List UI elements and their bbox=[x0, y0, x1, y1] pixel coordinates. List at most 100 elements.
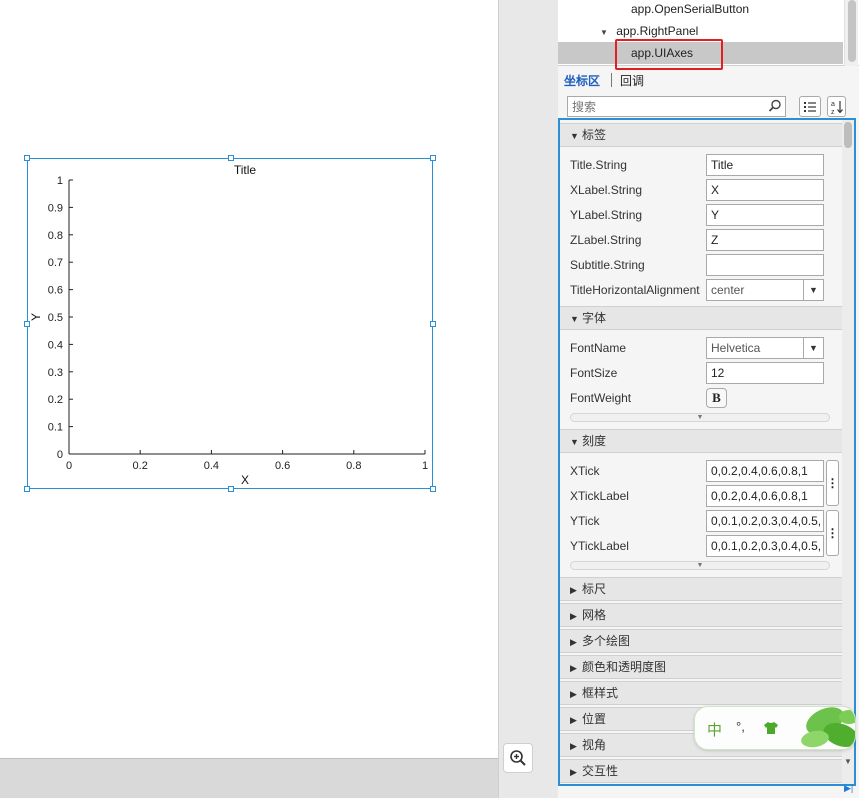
x-tick-label: 0 bbox=[66, 460, 72, 472]
section-grid[interactable]: ▶ 网格 bbox=[560, 603, 844, 627]
x-tick-label: 0.6 bbox=[275, 460, 290, 472]
prop-label-title-string: Title.String bbox=[570, 158, 627, 172]
search-input[interactable] bbox=[568, 97, 763, 116]
ytick-field[interactable]: 0,0.1,0.2,0.3,0.4,0.5, bbox=[706, 510, 824, 532]
subtitle-string-field[interactable] bbox=[706, 254, 824, 276]
tree-item-open-serial-button[interactable]: app.OpenSerialButton bbox=[558, 0, 843, 20]
section-interactivity-label: 交互性 bbox=[582, 764, 619, 778]
section-box-style[interactable]: ▶ 框样式 bbox=[560, 681, 844, 705]
collapse-arrow-icon[interactable]: ▼ bbox=[600, 28, 608, 37]
sort-az-button[interactable]: a z bbox=[827, 96, 846, 117]
resize-handle-e[interactable] bbox=[430, 321, 436, 327]
scrollbar-thumb[interactable] bbox=[844, 122, 852, 148]
xlabel-string-field[interactable]: X bbox=[706, 179, 824, 201]
inspector-tabs: 坐标区 回调 bbox=[558, 70, 859, 92]
component-browser-panel: app.OpenSerialButton ▼ app.RightPanel ap… bbox=[558, 0, 859, 798]
font-name-dropdown[interactable]: Helvetica ▼ bbox=[706, 337, 824, 359]
section-grid-label: 网格 bbox=[582, 608, 607, 622]
y-tick-label: 0.9 bbox=[48, 202, 63, 214]
xtick-edit-button[interactable]: ⋮ bbox=[826, 460, 839, 506]
tab-separator bbox=[611, 73, 612, 87]
prop-label-yticklabel: YTickLabel bbox=[570, 539, 629, 553]
chevron-down-icon[interactable]: ▼ bbox=[803, 338, 823, 358]
expand-arrow-icon: ▶ bbox=[570, 715, 577, 725]
search-field bbox=[567, 96, 786, 117]
dropdown-value: center bbox=[711, 283, 745, 297]
x-tick-label: 0.8 bbox=[346, 460, 361, 472]
ime-toolbar[interactable]: 中 °, bbox=[694, 706, 856, 750]
resize-handle-sw[interactable] bbox=[24, 486, 30, 492]
xtick-field[interactable]: 0,0.2,0.4,0.6,0.8,1 bbox=[706, 460, 824, 482]
y-tick-label: 0.3 bbox=[48, 367, 63, 379]
prop-label-xlabel-string: XLabel.String bbox=[570, 183, 643, 197]
zoom-in-icon bbox=[510, 750, 526, 766]
section-interactivity[interactable]: ▶ 交互性 bbox=[560, 759, 844, 783]
section-rulers[interactable]: ▶ 标尺 bbox=[560, 577, 844, 601]
ui-axes-component[interactable]: 0 0.2 0.4 0.6 0.8 1 0 0.1 0.2 0.3 0.4 0.5 0.6 0.7 0.8 0… bbox=[24, 155, 436, 492]
y-tick-label: 0.6 bbox=[48, 285, 63, 297]
prop-label-font-weight: FontWeight bbox=[570, 391, 632, 405]
bold-toggle-button[interactable]: B bbox=[706, 388, 727, 408]
zoom-in-button[interactable] bbox=[503, 743, 533, 773]
prop-label-xtick: XTick bbox=[570, 464, 600, 478]
xticklabel-field[interactable]: 0,0.2,0.4,0.6,0.8,1 bbox=[706, 485, 824, 507]
section-rulers-label: 标尺 bbox=[582, 582, 607, 596]
ime-mode-indicator[interactable]: 中 bbox=[707, 719, 722, 740]
sort-az-icon: a z bbox=[831, 100, 843, 115]
scroll-down-icon[interactable]: ▼ bbox=[844, 757, 852, 766]
y-tick-label: 0.1 bbox=[48, 422, 63, 434]
x-tick-label: 0.4 bbox=[204, 460, 219, 472]
design-canvas[interactable]: 0 0.2 0.4 0.6 0.8 1 0 0.1 0.2 0.3 0.4 0.5 0.6 0.7 0.8 0… bbox=[0, 0, 498, 758]
y-axis-label: Y bbox=[29, 313, 43, 321]
prop-label-zlabel-string: ZLabel.String bbox=[570, 233, 642, 247]
x-axis-label: X bbox=[241, 473, 249, 487]
selection-highlight-box bbox=[615, 39, 723, 70]
resize-handle-n[interactable] bbox=[228, 155, 234, 161]
section-font-label: 字体 bbox=[582, 311, 607, 325]
x-tick-label: 0.2 bbox=[133, 460, 148, 472]
list-view-icon bbox=[804, 101, 816, 112]
dropdown-value: Helvetica bbox=[711, 341, 761, 355]
ylabel-string-field[interactable]: Y bbox=[706, 204, 824, 226]
section-multiple-plots[interactable]: ▶ 多个绘图 bbox=[560, 629, 844, 653]
resize-handle-se[interactable] bbox=[430, 486, 436, 492]
font-size-field[interactable]: 12 bbox=[706, 362, 824, 384]
canvas-status-bar bbox=[0, 758, 498, 798]
section-box-style-label: 框样式 bbox=[582, 686, 619, 700]
tab-callbacks[interactable]: 回调 bbox=[620, 72, 644, 89]
expand-arrow-icon: ▶ bbox=[570, 585, 577, 595]
axes-title: Title bbox=[234, 163, 257, 177]
tree-scrollbar[interactable] bbox=[844, 0, 858, 66]
skin-shirt-icon[interactable] bbox=[763, 721, 779, 735]
y-tick-label: 0 bbox=[57, 449, 63, 461]
section-font[interactable]: ▼ 字体 bbox=[560, 306, 844, 330]
x-tick-label: 1 bbox=[422, 460, 428, 472]
resize-handle-w[interactable] bbox=[24, 321, 30, 327]
expand-more-font-bar[interactable]: ▼ bbox=[570, 413, 830, 422]
resize-handle-nw[interactable] bbox=[24, 155, 30, 161]
ytick-edit-button[interactable]: ⋮ bbox=[826, 510, 839, 556]
expand-more-ticks-bar[interactable]: ▼ bbox=[570, 561, 830, 570]
resize-handle-s[interactable] bbox=[228, 486, 234, 492]
title-string-field[interactable]: Title bbox=[706, 154, 824, 176]
inspector-scrollbar[interactable]: ▼ bbox=[842, 120, 854, 784]
collapse-panel-icon[interactable]: ▶| bbox=[844, 783, 853, 794]
expand-arrow-icon: ▶ bbox=[570, 689, 577, 699]
prop-label-ylabel-string: YLabel.String bbox=[570, 208, 643, 222]
yticklabel-field[interactable]: 0,0.1,0.2,0.3,0.4,0.5, bbox=[706, 535, 824, 557]
chevron-down-icon[interactable]: ▼ bbox=[803, 280, 823, 300]
svg-text:z: z bbox=[831, 109, 835, 115]
ime-punctuation-indicator[interactable]: °, bbox=[736, 719, 745, 734]
prop-label-title-align: TitleHorizontalAlignment bbox=[570, 283, 700, 297]
group-view-button[interactable] bbox=[799, 96, 821, 117]
section-labels[interactable]: ▼ 标签 bbox=[560, 123, 844, 147]
tab-properties[interactable]: 坐标区 bbox=[564, 72, 600, 89]
resize-handle-ne[interactable] bbox=[430, 155, 436, 161]
zlabel-string-field[interactable]: Z bbox=[706, 229, 824, 251]
prop-label-ytick: YTick bbox=[570, 514, 600, 528]
section-color-transparency[interactable]: ▶ 颜色和透明度图 bbox=[560, 655, 844, 679]
title-align-dropdown[interactable]: center ▼ bbox=[706, 279, 824, 301]
expand-arrow-icon: ▶ bbox=[570, 741, 577, 751]
section-ticks[interactable]: ▼ 刻度 bbox=[560, 429, 844, 453]
y-tick-label: 0.8 bbox=[48, 230, 63, 242]
